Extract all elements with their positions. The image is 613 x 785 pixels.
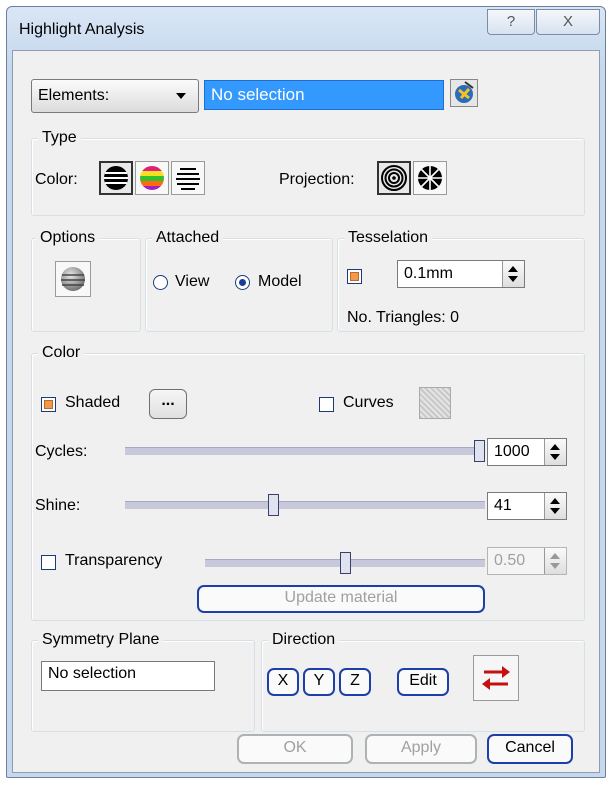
transparency-checkbox[interactable] — [41, 555, 56, 570]
window-title: Highlight Analysis — [19, 21, 145, 38]
projection-cylindrical-tool[interactable] — [377, 161, 411, 195]
shine-spinner-arrows[interactable] — [544, 493, 566, 519]
rainbow-sphere-icon — [140, 166, 164, 190]
color-legend: Color — [38, 343, 85, 363]
radial-sphere-icon — [418, 166, 442, 190]
symmetry-plane-input[interactable]: No selection — [41, 661, 215, 691]
tesselation-legend: Tesselation — [344, 228, 433, 248]
transparency-spinner[interactable]: 0.50 — [487, 547, 567, 575]
shine-slider-thumb[interactable] — [268, 494, 279, 516]
cancel-button[interactable]: Cancel — [487, 734, 573, 764]
spinner-up-icon — [508, 266, 518, 272]
ok-button[interactable]: OK — [237, 734, 353, 764]
tesselation-checkbox[interactable] — [347, 269, 362, 284]
elements-selection-field[interactable]: No selection — [204, 80, 444, 110]
cycles-label: Cycles: — [35, 443, 88, 460]
shine-slider-track[interactable] — [125, 501, 485, 509]
elements-dropdown[interactable]: Elements: — [31, 79, 199, 113]
direction-z-button[interactable]: Z — [339, 668, 371, 696]
transparency-spinner-arrows[interactable] — [544, 548, 566, 574]
options-tool-button[interactable] — [55, 261, 91, 297]
projection-spherical-tool[interactable] — [413, 161, 447, 195]
direction-y-button[interactable]: Y — [303, 668, 335, 696]
shaded-more-button[interactable]: ... — [149, 389, 187, 419]
projection-label: Projection: — [279, 171, 355, 188]
reverse-direction-button[interactable] — [473, 655, 519, 701]
direction-x-button[interactable]: X — [267, 668, 299, 696]
spinner-down-icon — [550, 454, 560, 460]
white-stripes-sphere-icon — [176, 168, 200, 190]
help-button[interactable]: ? — [487, 9, 535, 35]
model-radio-label: Model — [258, 273, 302, 290]
black-stripes-sphere-icon — [104, 166, 128, 190]
curves-label: Curves — [343, 394, 394, 411]
direction-legend: Direction — [268, 630, 340, 650]
spinner-down-icon — [550, 563, 560, 569]
spinner-up-icon — [550, 553, 560, 559]
cycles-slider-track[interactable] — [125, 447, 485, 455]
model-radio[interactable] — [235, 275, 250, 290]
select-tool-icon — [455, 81, 474, 103]
apply-button[interactable]: Apply — [365, 734, 477, 764]
shine-label: Shine: — [35, 497, 81, 514]
direction-edit-button[interactable]: Edit — [397, 668, 449, 696]
color-bw-stripes-tool[interactable] — [99, 161, 133, 195]
chevron-down-icon — [176, 93, 186, 99]
reverse-arrows-icon — [482, 666, 510, 690]
select-tool-button[interactable] — [450, 79, 478, 107]
symmetry-plane-legend: Symmetry Plane — [38, 630, 164, 650]
curves-color-swatch[interactable] — [419, 387, 451, 419]
shine-value: 41 — [494, 497, 512, 514]
elements-selection-value: No selection — [211, 85, 305, 104]
cycles-spinner-arrows[interactable] — [544, 439, 566, 465]
cycles-value: 1000 — [494, 443, 530, 460]
curves-checkbox[interactable] — [319, 397, 334, 412]
attached-legend: Attached — [152, 228, 224, 248]
view-radio-label: View — [175, 273, 210, 290]
color-white-stripes-tool[interactable] — [171, 161, 205, 195]
spinner-up-icon — [550, 498, 560, 504]
shaded-checkbox[interactable] — [41, 397, 56, 412]
color-label: Color: — [35, 171, 78, 188]
concentric-circles-icon — [381, 165, 407, 191]
tesselation-spinner[interactable]: 0.1mm — [397, 260, 525, 288]
options-legend: Options — [36, 228, 100, 248]
transparency-label: Transparency — [65, 552, 163, 569]
spinner-down-icon — [508, 276, 518, 282]
cycles-spinner[interactable]: 1000 — [487, 438, 567, 466]
elements-dropdown-label: Elements: — [38, 87, 110, 104]
spinner-up-icon — [550, 444, 560, 450]
gray-sphere-icon — [61, 267, 85, 291]
update-material-button[interactable]: Update material — [197, 585, 485, 613]
dialog-client: Elements: No selection Type Color: Proje… — [12, 50, 600, 773]
color-rainbow-stripes-tool[interactable] — [135, 161, 169, 195]
transparency-value: 0.50 — [494, 552, 526, 569]
view-radio[interactable] — [153, 275, 168, 290]
triangles-count: No. Triangles: 0 — [347, 309, 460, 326]
spinner-arrows[interactable] — [502, 261, 524, 287]
close-button[interactable]: X — [536, 9, 600, 35]
shaded-label: Shaded — [65, 394, 121, 411]
spinner-down-icon — [550, 508, 560, 514]
shine-spinner[interactable]: 41 — [487, 492, 567, 520]
transparency-slider-thumb[interactable] — [340, 552, 351, 574]
cycles-slider-thumb[interactable] — [474, 440, 485, 462]
type-legend: Type — [38, 128, 81, 148]
tesselation-value: 0.1mm — [404, 265, 453, 282]
